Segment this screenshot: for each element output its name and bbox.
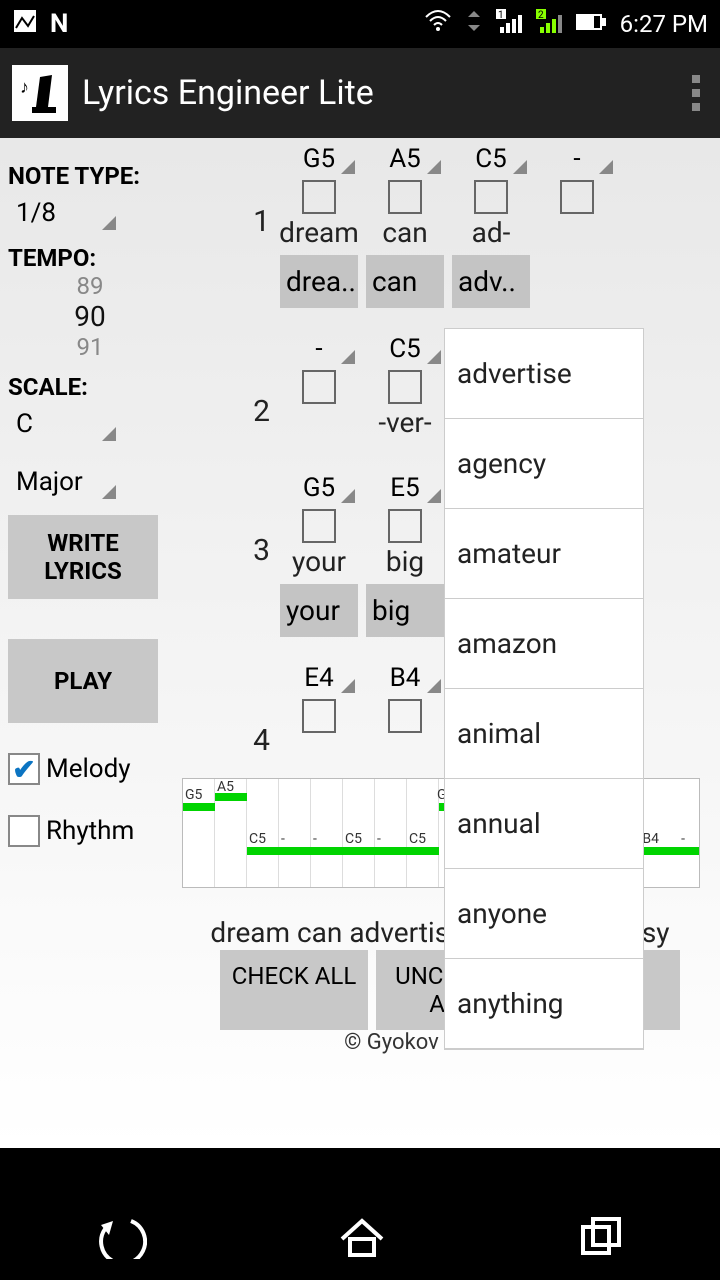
scale-root-spinner[interactable]: C <box>8 405 118 443</box>
note-select[interactable]: - <box>541 144 613 174</box>
note-select[interactable]: G5 <box>283 144 355 174</box>
roll-label: - <box>313 831 317 847</box>
autocomplete-item[interactable]: animal <box>445 689 643 779</box>
tempo-next: 91 <box>77 333 104 361</box>
autocomplete-item[interactable]: anything <box>445 959 643 1049</box>
note-select[interactable]: B4 <box>369 663 441 693</box>
melody-checkbox[interactable] <box>8 753 40 785</box>
tempo-prev: 89 <box>77 272 104 300</box>
cell-checkbox[interactable] <box>302 509 336 543</box>
autocomplete-item[interactable]: anyone <box>445 869 643 959</box>
syllable: ad- <box>472 216 511 249</box>
cell-checkbox[interactable] <box>388 370 422 404</box>
word-tags-row-1: drea.. can adv.. <box>280 253 714 308</box>
autocomplete-item[interactable]: advertise <box>445 329 643 419</box>
cell-checkbox[interactable] <box>474 180 508 214</box>
syllable: big <box>386 545 424 578</box>
status-bar: N 1 2 6:27 PM <box>0 0 720 48</box>
line-num: 4 <box>180 663 280 758</box>
note-select[interactable]: G5 <box>283 473 355 503</box>
sidebar: NOTE TYPE: 1/8 TEMPO: 89 90 91 SCALE: C … <box>0 138 180 859</box>
status-time: 6:27 PM <box>620 10 708 38</box>
word-tag[interactable]: drea.. <box>280 255 358 308</box>
note-type-label: NOTE TYPE: <box>8 162 172 190</box>
overflow-menu-icon[interactable] <box>692 75 700 111</box>
battery-icon <box>576 10 608 38</box>
autocomplete-item[interactable]: amateur <box>445 509 643 599</box>
n-icon: N <box>50 9 68 39</box>
line-num: 3 <box>180 473 280 568</box>
app-header: ♪ Lyrics Engineer Lite <box>0 48 720 138</box>
note-select[interactable]: - <box>283 334 355 364</box>
line-1: 1 G5 dream A5 can C5 ad- - <box>180 144 714 249</box>
word-tag[interactable]: big <box>366 584 444 637</box>
syllable: can <box>382 216 427 249</box>
roll-label: - <box>281 831 285 847</box>
sim2-signal-icon: 2 <box>536 9 564 39</box>
app-icon: ♪ <box>12 65 68 121</box>
back-icon[interactable] <box>95 1215 147 1263</box>
autocomplete-dropdown: advertise agency amateur amazon animal a… <box>444 328 644 1050</box>
tempo-wheel[interactable]: 89 90 91 <box>8 272 172 361</box>
app-title: Lyrics Engineer Lite <box>82 73 374 113</box>
word-tag[interactable]: adv.. <box>452 255 530 308</box>
recent-apps-icon[interactable] <box>577 1215 625 1263</box>
scale-label: SCALE: <box>8 373 172 401</box>
note-select[interactable]: C5 <box>369 334 441 364</box>
roll-label: - <box>377 831 381 847</box>
roll-label: C5 <box>345 831 362 847</box>
autocomplete-item[interactable]: amazon <box>445 599 643 689</box>
home-icon[interactable] <box>338 1215 386 1263</box>
syllable: your <box>292 545 346 578</box>
tempo-current: 90 <box>74 300 105 333</box>
line-num: 1 <box>180 144 280 239</box>
check-all-button[interactable]: CHECK ALL <box>220 950 368 1030</box>
svg-text:♪: ♪ <box>20 77 29 98</box>
cell-checkbox[interactable] <box>388 180 422 214</box>
note-select[interactable]: A5 <box>369 144 441 174</box>
autocomplete-item[interactable]: agency <box>445 419 643 509</box>
image-icon <box>12 8 38 40</box>
svg-text:2: 2 <box>538 10 544 21</box>
melody-label: Melody <box>46 754 131 784</box>
word-tag[interactable]: can <box>366 255 444 308</box>
content-area: NOTE TYPE: 1/8 TEMPO: 89 90 91 SCALE: C … <box>0 138 720 1148</box>
navigation-bar <box>0 1148 720 1280</box>
line-num: 2 <box>180 334 280 429</box>
roll-label: - <box>681 831 685 847</box>
syllable: dream <box>279 216 359 249</box>
play-button[interactable]: PLAY <box>8 639 158 723</box>
roll-label: B4 <box>642 831 659 847</box>
roll-label: C5 <box>409 831 426 847</box>
note-type-spinner[interactable]: 1/8 <box>8 194 118 232</box>
wifi-icon <box>424 9 452 39</box>
cell-checkbox[interactable] <box>388 699 422 733</box>
autocomplete-item[interactable]: annual <box>445 779 643 869</box>
rhythm-checkbox[interactable] <box>8 815 40 847</box>
note-select[interactable]: C5 <box>455 144 527 174</box>
roll-label: C5 <box>249 831 266 847</box>
note-select[interactable]: E4 <box>283 663 355 693</box>
cell-checkbox[interactable] <box>302 699 336 733</box>
tempo-label: TEMPO: <box>8 244 172 272</box>
cell-checkbox[interactable] <box>388 509 422 543</box>
scale-mode-spinner[interactable]: Major <box>8 463 118 501</box>
note-select[interactable]: E5 <box>369 473 441 503</box>
roll-label: G5 <box>185 787 202 803</box>
cell-checkbox[interactable] <box>302 180 336 214</box>
cell-checkbox[interactable] <box>302 370 336 404</box>
rhythm-label: Rhythm <box>46 816 134 846</box>
svg-text:1: 1 <box>498 10 504 21</box>
syllable: -ver- <box>378 406 431 439</box>
write-lyrics-button[interactable]: WRITE LYRICS <box>8 515 158 599</box>
data-updown-icon <box>464 9 484 39</box>
word-tag[interactable]: your <box>280 584 358 637</box>
cell-checkbox[interactable] <box>560 180 594 214</box>
sim1-signal-icon: 1 <box>496 9 524 39</box>
